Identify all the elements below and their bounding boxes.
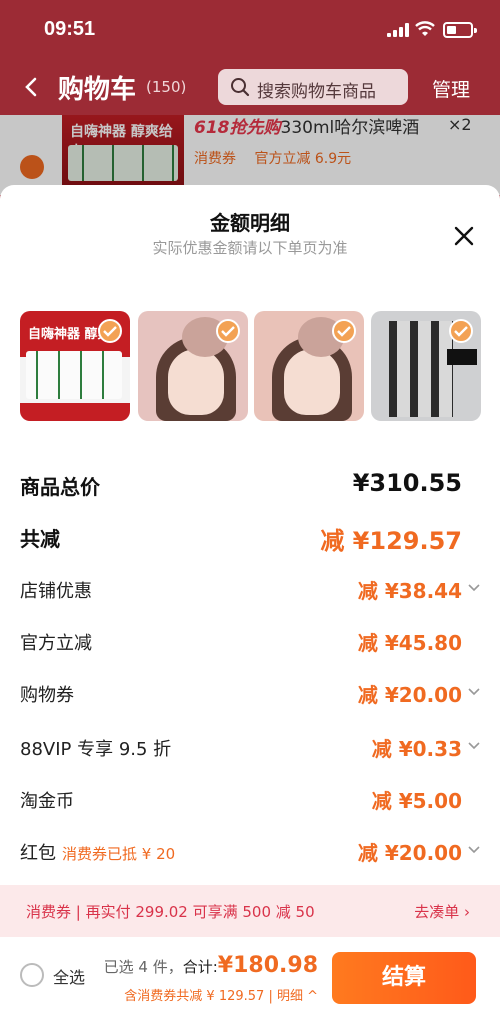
signal-icon: [387, 23, 409, 37]
row-value: 减 ¥5.00: [371, 789, 462, 813]
row-label-main: 红包: [20, 843, 56, 864]
row-value: 减 ¥129.57: [320, 527, 462, 555]
checkmark-icon: [332, 319, 356, 343]
row-value: 减 ¥45.80: [357, 631, 462, 655]
status-time: 09:51: [44, 18, 96, 40]
row-label: 红包 消费券已抵 ¥ 20: [20, 839, 175, 865]
row-value: 减 ¥20.00: [357, 683, 462, 707]
product-thumbnails: 自嗨神器 醇爽: [20, 311, 482, 423]
nav-bar: 购物车 (150) 搜索购物车商品 管理: [0, 60, 500, 115]
row-label: 淘金币: [20, 791, 74, 812]
row-label: 购物券: [20, 685, 74, 706]
row-taojinbi: 淘金币 减 ¥5.00: [20, 779, 482, 819]
row-red-packet[interactable]: 红包 消费券已抵 ¥ 20 减 ¥20.00: [20, 831, 482, 871]
row-sublabel: 消费券已抵 ¥ 20: [62, 845, 176, 863]
chevron-down-icon: [468, 846, 480, 854]
row-shopping-coupon[interactable]: 购物券 减 ¥20.00: [20, 673, 482, 713]
manage-button[interactable]: 管理: [432, 75, 470, 102]
row-value: 减 ¥0.33: [371, 737, 462, 761]
cart-count: (150): [146, 78, 187, 96]
checkmark-icon: [98, 319, 122, 343]
checkout-bar: 全选 已选 4 件，合计:¥180.98 含消费券共减 ¥ 129.57 | 明…: [0, 937, 500, 1012]
close-icon[interactable]: [453, 225, 475, 247]
row-official-discount: 官方立减 减 ¥45.80: [20, 621, 482, 661]
row-label: 共减: [20, 527, 60, 551]
search-placeholder: 搜索购物车商品: [257, 82, 376, 102]
thumb-pens: [371, 311, 481, 421]
wifi-icon: [415, 21, 435, 36]
chevron-down-icon: [468, 584, 480, 592]
discount-detail-toggle[interactable]: 含消费券共减 ¥ 129.57 | 明细 ^: [124, 985, 318, 1004]
chevron-down-icon: [468, 688, 480, 696]
row-value: ¥310.55: [352, 469, 462, 497]
amount-detail-sheet: 金额明细 实际优惠金额请以下单页为准 自嗨神器 醇爽 商品总价 ¥310.55 …: [0, 185, 500, 1012]
back-icon[interactable]: [20, 74, 44, 100]
select-all-label[interactable]: 全选: [53, 964, 85, 988]
row-label: 官方立减: [20, 633, 92, 654]
chevron-down-icon: [468, 742, 480, 750]
add-items-link[interactable]: 去凑单 ›: [414, 901, 470, 922]
sheet-subtitle: 实际优惠金额请以下单页为准: [152, 239, 348, 257]
battery-icon: [443, 22, 477, 38]
checkout-button[interactable]: 结算: [332, 952, 476, 1004]
notice-text: 消费券 | 再实付 299.02 可享满 500 减 50: [26, 903, 315, 921]
total-label: 合计:: [182, 958, 218, 976]
search-icon: [231, 78, 250, 97]
checkmark-icon: [449, 319, 473, 343]
row-store-discount[interactable]: 店铺优惠 减 ¥38.44: [20, 569, 482, 609]
total-amount: ¥180.98: [217, 953, 318, 978]
selected-summary: 已选 4 件，合计:¥180.98: [104, 953, 318, 978]
thumb-makeup-2: [254, 311, 364, 421]
search-input[interactable]: 搜索购物车商品: [218, 69, 408, 105]
status-bar: 09:51: [0, 0, 500, 60]
select-all-radio[interactable]: [20, 963, 44, 987]
row-value: 减 ¥38.44: [357, 579, 462, 603]
dim-overlay[interactable]: [0, 115, 500, 195]
row-88vip-discount[interactable]: 88VIP 专享 9.5 折 减 ¥0.33: [20, 727, 482, 767]
sheet-title: 金额明细: [210, 211, 290, 235]
row-value: 减 ¥20.00: [357, 841, 462, 865]
checkmark-icon: [216, 319, 240, 343]
row-label: 店铺优惠: [20, 581, 92, 602]
coupon-notice: 消费券 | 再实付 299.02 可享满 500 减 50 去凑单 ›: [0, 885, 500, 937]
row-label: 88VIP 专享 9.5 折: [20, 739, 172, 760]
row-total-discount: 共减 减 ¥129.57: [20, 515, 482, 555]
row-label: 商品总价: [20, 475, 100, 499]
thumb-beer: 自嗨神器 醇爽: [20, 311, 130, 421]
row-total-price: 商品总价 ¥310.55: [20, 463, 482, 503]
page-title: 购物车: [58, 75, 137, 105]
selected-count: 已选 4 件，: [103, 958, 183, 976]
thumb-makeup-1: [138, 311, 248, 421]
